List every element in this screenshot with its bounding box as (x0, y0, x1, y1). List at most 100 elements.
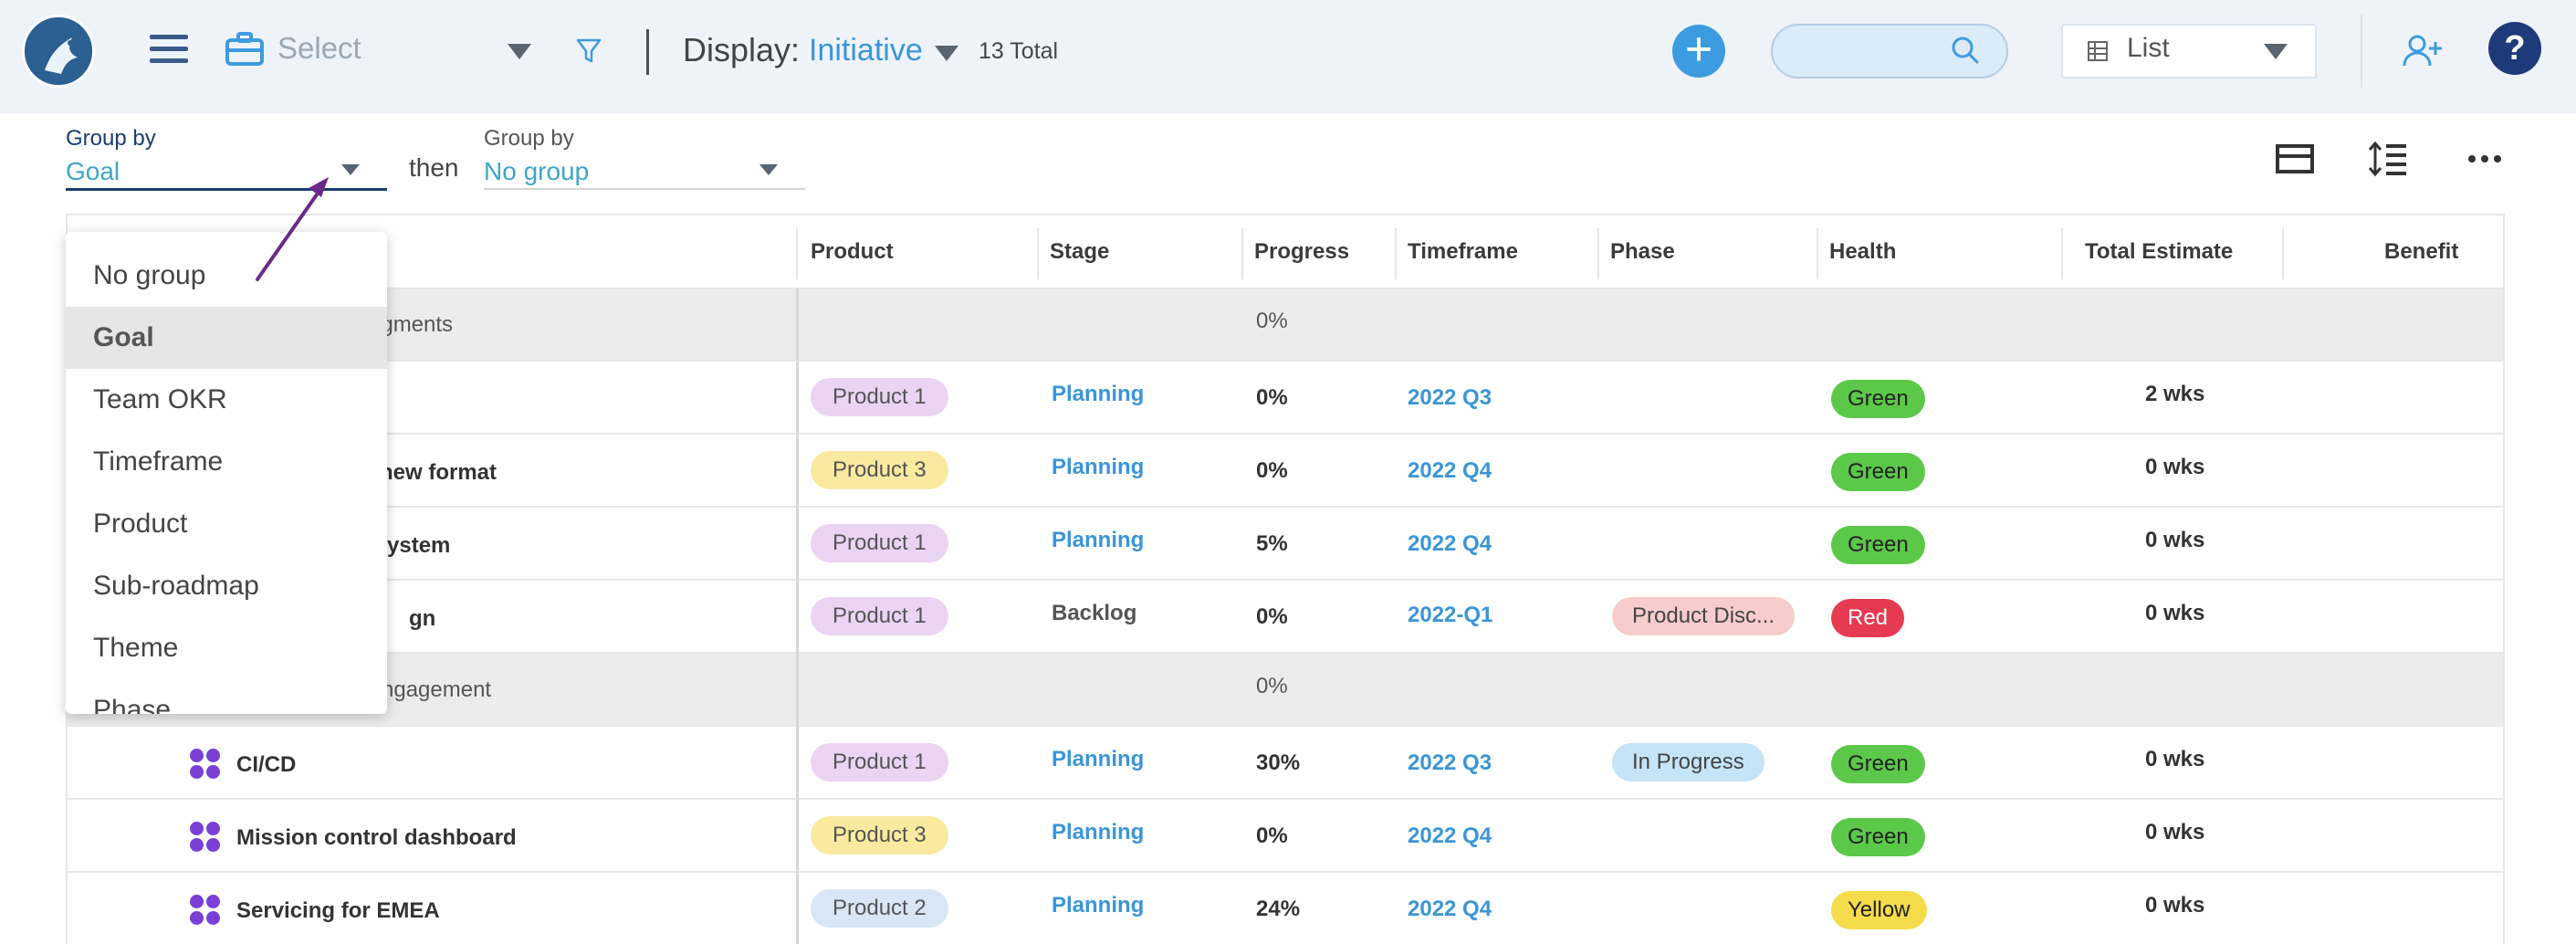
health-badge[interactable]: Green (1831, 453, 1925, 491)
timeframe-value[interactable]: 2022 Q4 (1408, 531, 1492, 557)
table-row[interactable]: ystem Product 1 Planning 5% 2022 Q4 Gree… (68, 508, 2503, 581)
phase-badge[interactable]: Product Disc... (1612, 597, 1796, 635)
initiative-name[interactable]: Mission control dashboard (236, 825, 517, 851)
secondary-group-by-select[interactable]: No group (484, 157, 589, 186)
app-logo[interactable] (22, 15, 95, 88)
timeframe-value[interactable]: 2022 Q3 (1408, 750, 1492, 776)
total-estimate-value: 0 wks (2145, 820, 2205, 844)
frozen-column-divider (796, 288, 799, 944)
column-header-benefit[interactable]: Benefit (2384, 239, 2458, 265)
timeframe-value[interactable]: 2022 Q4 (1408, 823, 1492, 849)
column-divider (1395, 228, 1397, 279)
initiative-name[interactable]: new format (380, 460, 497, 486)
group-by-select[interactable]: Goal (66, 157, 120, 186)
progress-value: 24% (1256, 897, 1301, 921)
workspace-select[interactable]: Select (277, 31, 361, 66)
group-row[interactable]: egments 0% (68, 288, 2503, 362)
dropdown-option-product[interactable]: Product (66, 493, 387, 555)
then-label: then (409, 153, 459, 182)
dropdown-option-no-group[interactable]: No group (66, 245, 387, 307)
timeframe-value[interactable]: 2022 Q4 (1408, 897, 1492, 922)
total-count: 13 Total (979, 38, 1059, 64)
secondary-group-by-label: Group by (484, 126, 574, 151)
column-header-health[interactable]: Health (1829, 239, 1896, 265)
help-button[interactable]: ? (2488, 22, 2541, 75)
more-options-icon[interactable] (2465, 141, 2505, 177)
table-row[interactable]: Mission control dashboard Product 3 Plan… (68, 800, 2503, 873)
stage-value[interactable]: Planning (1052, 382, 1144, 407)
health-badge[interactable]: Green (1831, 380, 1925, 418)
group-row[interactable]: ngagement 0% (68, 654, 2503, 727)
initiative-name[interactable]: gn (409, 606, 435, 632)
column-header-total-estimate[interactable]: Total Estimate (2085, 239, 2233, 265)
dropdown-option-theme[interactable]: Theme (66, 617, 387, 679)
menu-icon[interactable] (150, 35, 188, 66)
total-estimate-value: 0 wks (2145, 528, 2205, 552)
product-badge[interactable]: Product 2 (811, 889, 948, 928)
health-badge[interactable]: Green (1831, 818, 1925, 856)
dropdown-option-team-okr[interactable]: Team OKR (66, 369, 387, 431)
phase-badge[interactable]: In Progress (1612, 743, 1764, 781)
timeframe-value[interactable]: 2022-Q1 (1408, 603, 1492, 628)
product-badge[interactable]: Product 1 (811, 524, 948, 562)
stage-value[interactable]: Planning (1052, 455, 1144, 480)
total-estimate-value: 0 wks (2145, 747, 2205, 771)
health-badge[interactable]: Green (1831, 526, 1925, 564)
timeframe-value[interactable]: 2022 Q4 (1408, 458, 1492, 484)
table-row[interactable]: gn Product 1 Backlog 0% 2022-Q1 Product … (68, 581, 2503, 654)
initiative-name[interactable]: Servicing for EMEA (236, 898, 440, 924)
stage-value[interactable]: Planning (1052, 528, 1144, 553)
health-badge[interactable]: Red (1831, 599, 1905, 637)
total-estimate-value: 0 wks (2145, 455, 2205, 479)
layout-icon[interactable] (2275, 141, 2315, 177)
workspace-select-chevron-icon[interactable] (508, 44, 531, 59)
view-select-label: List (2127, 33, 2170, 63)
group-title: ngagement (382, 677, 492, 702)
column-header-stage[interactable]: Stage (1050, 239, 1109, 265)
timeframe-value[interactable]: 2022 Q3 (1408, 385, 1492, 411)
add-button[interactable]: + (1672, 25, 1725, 78)
column-header-progress[interactable]: Progress (1254, 239, 1349, 265)
group-progress: 0% (1256, 309, 1288, 333)
initiative-type-icon (190, 822, 221, 853)
table-row[interactable]: Servicing for EMEA Product 2 Planning 24… (68, 873, 2503, 944)
dropdown-option-timeframe[interactable]: Timeframe (66, 431, 387, 493)
column-divider (796, 228, 798, 279)
table-row[interactable]: Product 1 Planning 0% 2022 Q3 Green 2 wk… (68, 362, 2503, 435)
table-row[interactable]: new format Product 3 Planning 0% 2022 Q4… (68, 435, 2503, 508)
table-row[interactable]: CI/CD Product 1 Planning 30% 2022 Q3 In … (68, 727, 2503, 800)
search-icon[interactable] (1950, 35, 1981, 66)
column-divider (1241, 228, 1243, 279)
add-user-icon[interactable] (2403, 33, 2443, 69)
group-by-chevron-icon[interactable] (341, 164, 360, 175)
dropdown-option-sub-roadmap[interactable]: Sub-roadmap (66, 555, 387, 617)
column-header-phase[interactable]: Phase (1610, 239, 1675, 265)
stage-value[interactable]: Backlog (1052, 601, 1136, 626)
product-badge[interactable]: Product 1 (811, 378, 948, 416)
stage-value[interactable]: Planning (1052, 820, 1144, 845)
row-height-icon[interactable] (2368, 141, 2408, 177)
display-chevron-icon[interactable] (935, 46, 958, 61)
column-divider (1037, 228, 1039, 279)
product-badge[interactable]: Product 1 (811, 597, 948, 635)
dropdown-option-phase[interactable]: Phase (66, 679, 387, 714)
product-badge[interactable]: Product 1 (811, 743, 948, 781)
stage-value[interactable]: Planning (1052, 893, 1144, 918)
progress-value: 30% (1256, 750, 1301, 775)
display-select[interactable]: Initiative (809, 33, 923, 68)
product-badge[interactable]: Product 3 (811, 451, 948, 489)
dropdown-option-goal[interactable]: Goal (66, 307, 387, 369)
secondary-group-by-chevron-icon[interactable] (759, 164, 778, 175)
health-badge[interactable]: Green (1831, 745, 1925, 783)
product-badge[interactable]: Product 3 (811, 816, 948, 855)
progress-value: 0% (1256, 823, 1288, 848)
filter-icon[interactable] (575, 37, 602, 66)
table-header: Product Stage Progress Timeframe Phase H… (68, 215, 2503, 288)
initiative-name[interactable]: CI/CD (236, 752, 296, 778)
health-badge[interactable]: Yellow (1831, 891, 1927, 929)
column-header-product[interactable]: Product (811, 239, 894, 265)
column-header-timeframe[interactable]: Timeframe (1408, 239, 1518, 265)
view-chevron-icon[interactable] (2264, 44, 2288, 59)
initiative-name[interactable]: ystem (387, 533, 450, 559)
stage-value[interactable]: Planning (1052, 747, 1144, 772)
